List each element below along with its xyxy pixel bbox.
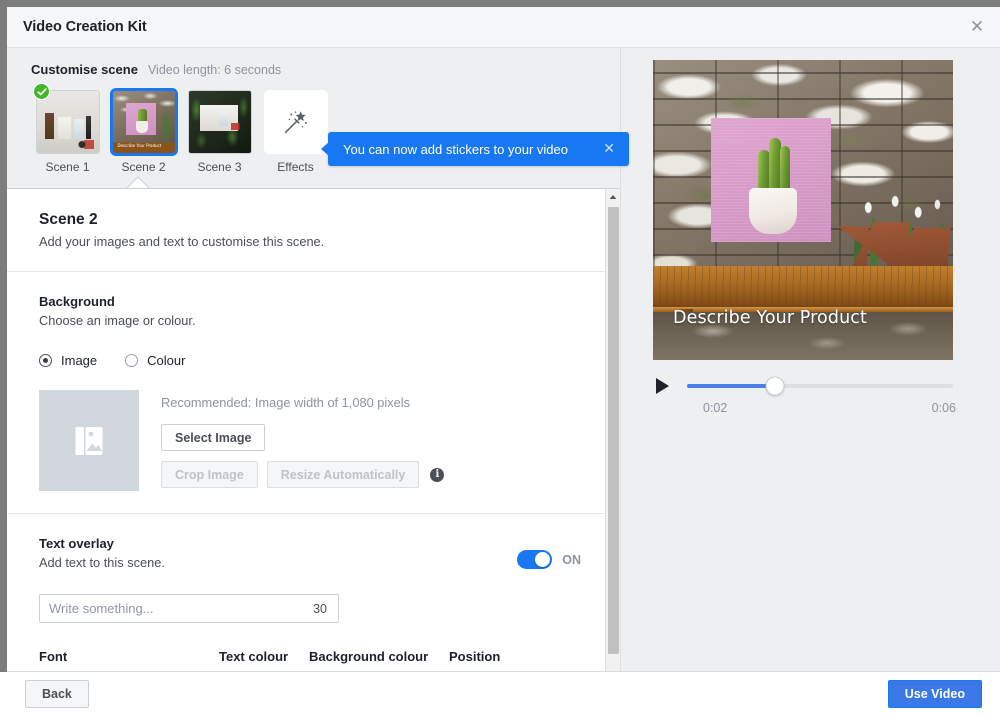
magic-wand-icon[interactable] [264,90,328,154]
background-colour-field: Background colour [309,649,449,672]
video-frame[interactable]: Describe Your Product [653,60,953,360]
text-overlay-subtitle: Add text to this scene. [39,555,517,570]
scene-form-scroll-area: Scene 2 Add your images and text to cust… [7,189,605,672]
image-secondary-buttons: Crop Image Resize Automatically i [161,461,444,488]
scene-thumb-2[interactable]: Describe Your Product Scene 2 [107,90,180,174]
scene-thumb-3[interactable]: Scene 3 [183,90,256,174]
resize-automatically-button[interactable]: Resize Automatically [267,461,420,488]
scene-thumb-label-3: Scene 3 [183,160,256,174]
image-placeholder-icon [39,390,139,491]
text-overlay-header: Text overlay Add text to this scene. ON [39,536,581,570]
video-progress-fill [687,384,775,388]
scene-thumb-label-2: Scene 2 [107,160,180,174]
video-creation-kit-dialog: Video Creation Kit ✕ Customise scene Vid… [7,7,1000,672]
radio-colour[interactable]: Colour [125,353,185,368]
scene-strip-header: Customise scene Video length: 6 seconds [7,62,620,77]
back-button[interactable]: Back [25,680,89,708]
image-recommendation-text: Recommended: Image width of 1,080 pixels [161,395,444,410]
play-icon[interactable] [656,378,669,394]
character-counter: 30 [313,602,338,616]
text-colour-field: Text colour [219,649,309,672]
page-title: Scene 2 [39,211,581,229]
stickers-tooltip: You can now add stickers to your video ✕ [328,132,629,166]
effects-label: Effects [259,160,332,174]
dialog-footer: Back Use Video [7,672,1000,716]
use-video-button[interactable]: Use Video [888,680,982,708]
video-length-label: Video length: 6 seconds [148,63,281,77]
text-overlay-toggle[interactable] [517,550,552,569]
cactus-pot [749,188,797,234]
effects-button[interactable]: Effects [259,90,332,174]
toggle-state-label: ON [562,553,581,567]
scroll-up-arrow-icon[interactable] [606,189,620,205]
window-left-edge [0,0,7,672]
select-image-button[interactable]: Select Image [161,424,265,451]
background-title: Background [39,294,581,309]
vertical-scrollbar[interactable] [605,189,620,672]
radio-image-label: Image [61,353,97,368]
window-top-edge [0,0,1000,7]
scene-strip: Customise scene Video length: 6 seconds … [7,48,620,188]
editor-column: Customise scene Video length: 6 seconds … [7,48,620,672]
crop-image-button[interactable]: Crop Image [161,461,258,488]
tooltip-arrow-icon [321,142,329,156]
text-colour-label: Text colour [219,649,309,664]
scene-form-panel: Scene 2 Add your images and text to cust… [7,188,620,672]
screen-root: Video Creation Kit ✕ Customise scene Vid… [0,0,1000,716]
text-overlay-toggle-wrap: ON [517,536,581,569]
background-image-row: Recommended: Image width of 1,080 pixels… [39,390,581,491]
toggle-knob [535,552,550,567]
background-image-controls: Recommended: Image width of 1,080 pixels… [161,390,444,491]
scene-header-section: Scene 2 Add your images and text to cust… [7,189,605,272]
select-image-row: Select Image [161,424,444,451]
background-subtitle: Choose an image or colour. [39,313,581,328]
radio-image-dot [39,354,52,367]
video-progress-handle[interactable] [765,377,784,396]
background-type-radio-group: Image Colour [39,353,581,368]
customise-scene-heading: Customise scene [31,62,138,77]
video-player-controls [653,378,953,394]
total-time: 0:06 [932,401,956,415]
info-icon[interactable]: i [430,468,444,482]
overlay-text-input[interactable]: Write something... [40,601,313,616]
text-overlay-section: Text overlay Add text to this scene. ON [7,514,605,672]
scrollbar-thumb[interactable] [608,207,619,654]
video-time-row: 0:02 0:06 [703,401,956,415]
cactus-plant [757,138,791,192]
current-time: 0:02 [703,401,727,415]
radio-image[interactable]: Image [39,353,97,368]
scene-thumb-image-2[interactable]: Describe Your Product [112,90,176,154]
video-caption-text: Describe Your Product [673,308,867,328]
tooltip-close-icon[interactable]: ✕ [603,142,615,156]
video-preview: Describe Your Product 0:02 0:06 [621,48,1000,415]
video-progress-track[interactable] [687,384,953,388]
scene-complete-check-icon [33,83,50,100]
radio-colour-dot [125,354,138,367]
background-colour-label: Background colour [309,649,449,664]
overlay-text-field[interactable]: Write something... 30 [39,594,339,623]
close-icon[interactable]: ✕ [966,16,988,38]
scene-thumb-label-1: Scene 1 [31,160,104,174]
scene-thumb-image-3[interactable] [188,90,252,154]
text-style-fields: Font Text colour Background colour [39,649,581,672]
dialog-title: Video Creation Kit [23,19,147,35]
font-field: Font [39,649,219,672]
text-overlay-title: Text overlay [39,536,517,551]
radio-colour-label: Colour [147,353,185,368]
scene-thumb-1[interactable]: Scene 1 [31,90,104,174]
background-section: Background Choose an image or colour. Im… [7,272,605,514]
position-field: Position [449,649,500,672]
page-subtitle: Add your images and text to customise th… [39,234,581,249]
font-label: Font [39,649,219,664]
preview-column: Describe Your Product 0:02 0:06 [620,48,1000,672]
tooltip-text: You can now add stickers to your video [343,142,603,157]
dialog-body: Customise scene Video length: 6 seconds … [7,48,1000,672]
wooden-shelf [653,266,953,312]
scene-thumb-image-1[interactable] [36,90,100,154]
position-label: Position [449,649,500,664]
dialog-header: Video Creation Kit ✕ [7,7,1000,48]
